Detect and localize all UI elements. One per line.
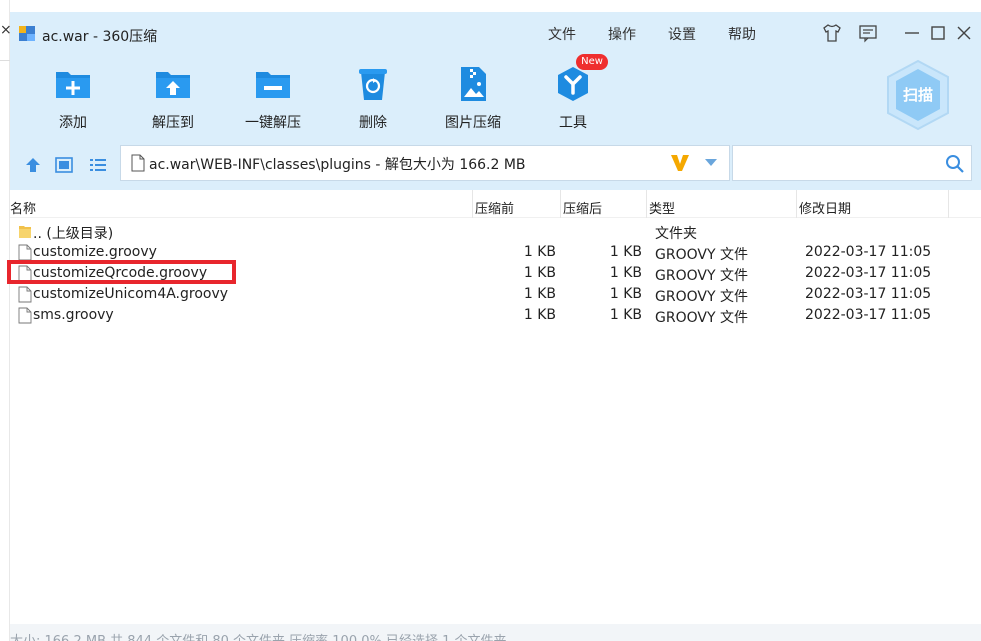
window-title: ac.war - 360压缩 bbox=[42, 29, 158, 45]
file-icon bbox=[18, 286, 32, 303]
column-divider[interactable] bbox=[472, 190, 473, 218]
file-type: GROOVY 文件 bbox=[655, 247, 748, 263]
list-view-icon[interactable] bbox=[88, 155, 108, 175]
size-before: 1 KB bbox=[523, 244, 556, 260]
address-bar[interactable]: ac.war\WEB-INF\classes\plugins - 解包大小为 1… bbox=[120, 145, 730, 181]
list-header: 名称 压缩前 压缩后 类型 修改日期 bbox=[10, 190, 981, 218]
column-size-before[interactable]: 压缩前 bbox=[475, 198, 514, 217]
file-name: customizeUnicom4A.groovy bbox=[33, 286, 229, 302]
file-type: GROOVY 文件 bbox=[655, 268, 748, 284]
chevron-down-icon[interactable] bbox=[703, 154, 719, 170]
add-label: 添加 bbox=[59, 115, 87, 131]
column-type[interactable]: 类型 bbox=[649, 198, 675, 217]
menu-help[interactable]: 帮助 bbox=[728, 24, 756, 44]
file-name: sms.groovy bbox=[33, 307, 114, 323]
one-click-extract-label: 一键解压 bbox=[245, 115, 301, 131]
close-icon[interactable] bbox=[954, 23, 974, 43]
table-row[interactable]: customizeUnicom4A.groovy 1 KB 1 KB GROOV… bbox=[10, 284, 981, 305]
document-icon bbox=[131, 154, 145, 172]
image-compress-button[interactable]: 图片压缩 bbox=[433, 64, 513, 132]
table-row[interactable]: sms.groovy 1 KB 1 KB GROOVY 文件 2022-03-1… bbox=[10, 305, 981, 326]
file-icon bbox=[18, 244, 32, 261]
column-name[interactable]: 名称 bbox=[10, 198, 36, 217]
file-name: customize.groovy bbox=[33, 244, 157, 260]
thumbnail-view-icon[interactable] bbox=[54, 155, 74, 175]
image-compress-label: 图片压缩 bbox=[445, 115, 501, 131]
size-before: 1 KB bbox=[523, 307, 556, 323]
file-type: GROOVY 文件 bbox=[655, 310, 748, 326]
modified-date: 2022-03-17 11:05 bbox=[805, 286, 932, 302]
delete-label: 删除 bbox=[359, 115, 387, 131]
modified-date: 2022-03-17 11:05 bbox=[805, 244, 932, 260]
divider bbox=[0, 60, 10, 61]
image-compress-icon bbox=[461, 67, 486, 101]
search-input[interactable] bbox=[732, 145, 972, 181]
tools-label: 工具 bbox=[559, 115, 587, 131]
file-type: 文件夹 bbox=[655, 226, 697, 242]
scan-label: 扫描 bbox=[903, 86, 933, 104]
status-bar: 大小: 166.2 MB 共 844 个文件和 80 个文件夹 压缩率 100.… bbox=[10, 624, 981, 641]
modified-date: 2022-03-17 11:05 bbox=[805, 307, 932, 323]
tools-button[interactable]: 工具 bbox=[533, 64, 613, 132]
scan-button[interactable]: 扫描 bbox=[886, 59, 950, 131]
search-icon[interactable] bbox=[945, 154, 965, 174]
extract-to-label: 解压到 bbox=[152, 115, 194, 131]
size-after: 1 KB bbox=[609, 244, 642, 260]
add-button[interactable]: 添加 bbox=[33, 64, 113, 132]
file-type: GROOVY 文件 bbox=[655, 289, 748, 305]
delete-icon bbox=[359, 69, 387, 100]
skin-shirt-icon[interactable] bbox=[822, 23, 842, 43]
size-after: 1 KB bbox=[609, 265, 642, 281]
size-after: 1 KB bbox=[609, 286, 642, 302]
file-icon bbox=[18, 307, 32, 324]
size-before: 1 KB bbox=[523, 286, 556, 302]
column-divider[interactable] bbox=[948, 190, 949, 218]
status-text: 大小: 166.2 MB 共 844 个文件和 80 个文件夹 压缩率 100.… bbox=[10, 630, 507, 641]
title-bar: ac.war - 360压缩 文件 操作 设置 帮助 bbox=[10, 12, 981, 50]
app-window: ac.war - 360压缩 文件 操作 设置 帮助 添加 解压到 一键解压 删… bbox=[7, 12, 981, 641]
column-divider[interactable] bbox=[646, 190, 647, 218]
top-area: ac.war - 360压缩 文件 操作 设置 帮助 添加 解压到 一键解压 删… bbox=[10, 12, 981, 190]
list-item-parent-dir[interactable]: .. (上级目录) 文件夹 bbox=[10, 221, 981, 242]
column-divider[interactable] bbox=[796, 190, 797, 218]
column-divider[interactable] bbox=[560, 190, 561, 218]
app-logo-icon bbox=[19, 26, 35, 41]
add-icon bbox=[56, 72, 90, 98]
extract-to-button[interactable]: 解压到 bbox=[133, 64, 213, 132]
new-badge: New bbox=[576, 54, 608, 70]
feedback-icon[interactable] bbox=[858, 23, 878, 43]
menu-file[interactable]: 文件 bbox=[548, 24, 576, 44]
maximize-icon[interactable] bbox=[928, 23, 948, 43]
menu-operation[interactable]: 操作 bbox=[608, 24, 636, 44]
one-click-extract-button[interactable]: 一键解压 bbox=[233, 64, 313, 132]
file-list: 名称 压缩前 压缩后 类型 修改日期 .. (上级目录) 文件夹 customi… bbox=[7, 190, 981, 622]
delete-button[interactable]: 删除 bbox=[333, 64, 413, 132]
menu-settings[interactable]: 设置 bbox=[668, 24, 696, 44]
address-path: ac.war\WEB-INF\classes\plugins - 解包大小为 1… bbox=[149, 157, 526, 173]
modified-date: 2022-03-17 11:05 bbox=[805, 265, 932, 281]
tools-icon bbox=[558, 67, 588, 101]
column-modified-date[interactable]: 修改日期 bbox=[799, 198, 851, 217]
minimize-icon[interactable] bbox=[902, 23, 922, 43]
file-name: .. (上级目录) bbox=[33, 226, 114, 242]
highlight-annotation-box bbox=[7, 260, 236, 284]
size-after: 1 KB bbox=[609, 307, 642, 323]
extract-to-icon bbox=[156, 72, 190, 98]
verified-v-icon[interactable] bbox=[669, 152, 691, 174]
folder-icon bbox=[19, 226, 31, 238]
column-size-after[interactable]: 压缩后 bbox=[563, 198, 602, 217]
background-window-strip: ⨯ bbox=[0, 0, 12, 641]
up-arrow-icon[interactable] bbox=[23, 155, 43, 175]
size-before: 1 KB bbox=[523, 265, 556, 281]
one-click-extract-icon bbox=[256, 72, 290, 98]
